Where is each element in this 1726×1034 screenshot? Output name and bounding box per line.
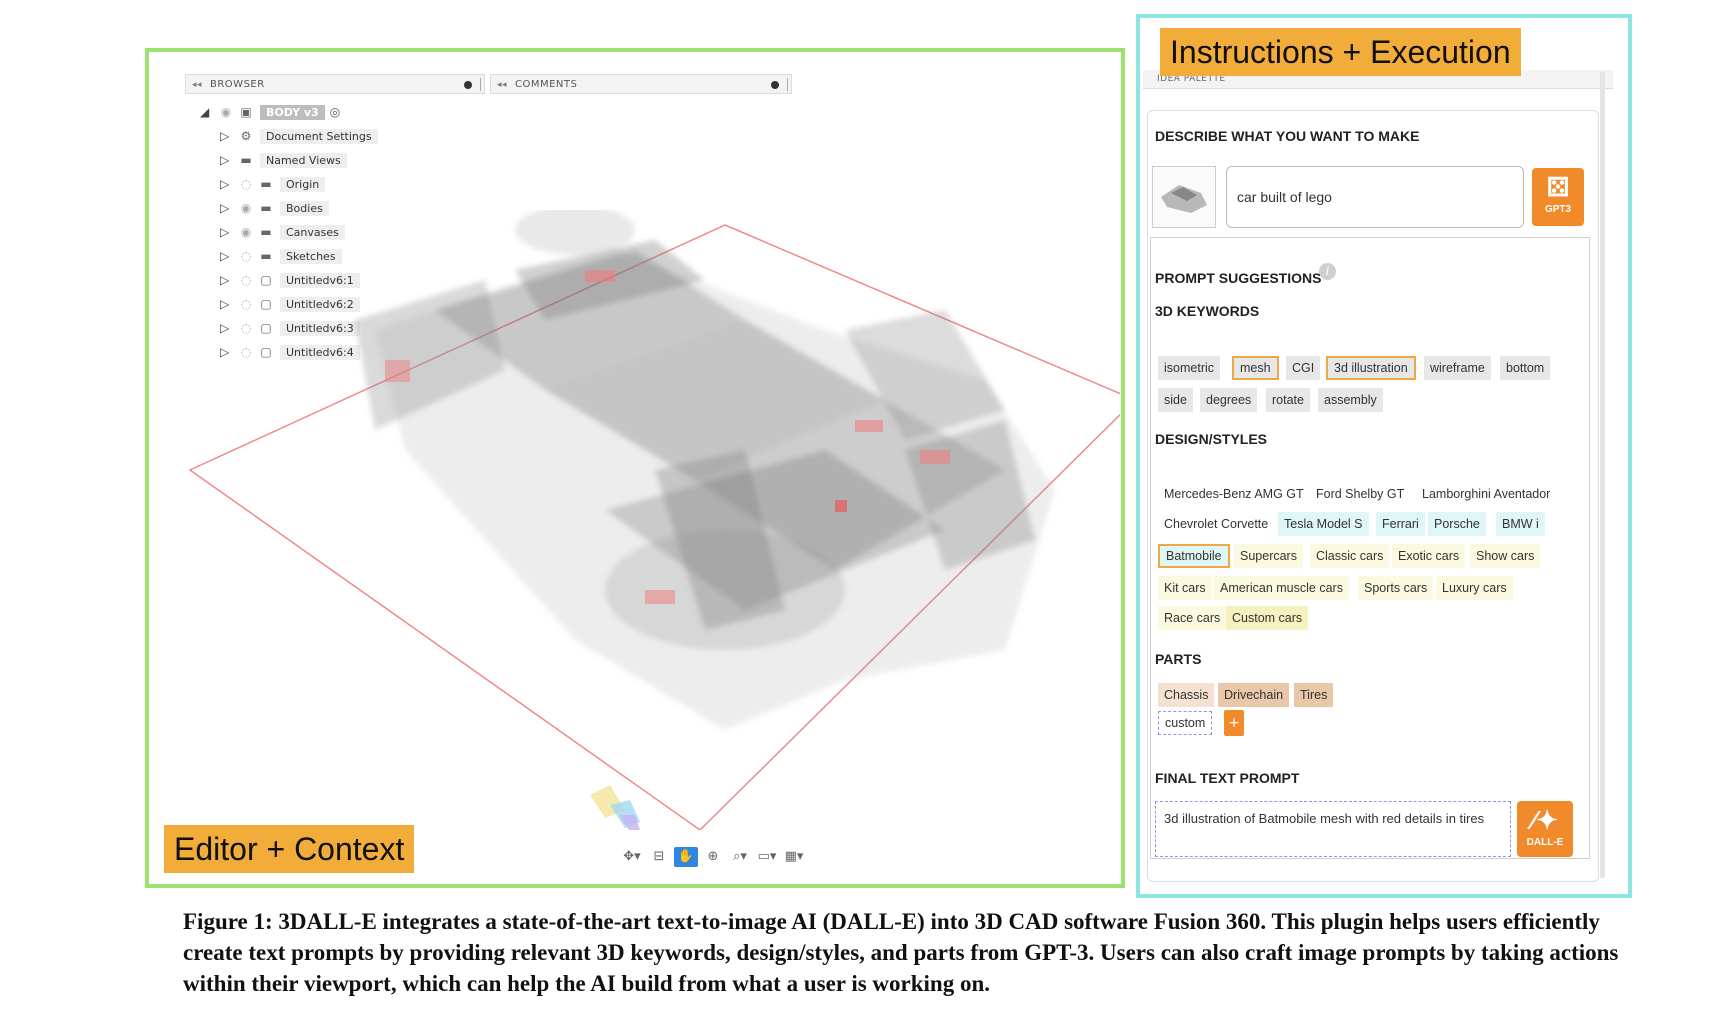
custom-part-input[interactable]: custom (1158, 711, 1213, 735)
keyword-chip[interactable]: bottom (1500, 356, 1551, 380)
eye-hidden-icon[interactable]: ◌ (236, 177, 256, 191)
style-chip[interactable]: Tesla Model S (1278, 512, 1369, 536)
part-chip[interactable]: Tires (1294, 683, 1334, 707)
style-chip[interactable]: Luxury cars (1436, 576, 1513, 600)
gpt3-button[interactable]: ⚄ GPT3 (1532, 168, 1584, 226)
comments-panel-header[interactable]: ◂◂ COMMENTS (490, 74, 792, 94)
keyword-chip-selected[interactable]: 3d illustration (1326, 356, 1416, 380)
style-chip[interactable]: Supercars (1234, 544, 1303, 568)
keyword-chip[interactable]: isometric (1158, 356, 1221, 380)
collapse-icon[interactable]: ◂◂ (497, 75, 507, 95)
style-chip[interactable]: Show cars (1470, 544, 1541, 568)
part-chip[interactable]: Drivechain (1218, 683, 1290, 707)
collapsed-triangle-icon[interactable]: ▷ (220, 153, 236, 167)
style-chip[interactable]: Exotic cars (1392, 544, 1466, 568)
style-chip[interactable]: Ferrari (1376, 512, 1425, 536)
activate-radio-icon[interactable]: ◎ (330, 105, 340, 119)
expanded-triangle-icon[interactable]: ◢ (200, 105, 216, 119)
add-part-button[interactable]: + (1224, 710, 1244, 736)
tree-item-document-settings[interactable]: ▷ ⚙ Document Settings (220, 126, 378, 146)
keywords-label: 3D KEYWORDS (1155, 303, 1260, 319)
keyword-chip[interactable]: side (1158, 388, 1193, 412)
tree-item-label: Origin (280, 176, 326, 192)
zoom-icon[interactable]: ⊕ (701, 847, 725, 867)
car-model[interactable] (355, 210, 1055, 730)
dalle-button[interactable]: ⁄✦ DALL-E (1517, 801, 1573, 857)
orbit-icon[interactable]: ✥▾ (620, 847, 644, 867)
info-icon[interactable]: i (1319, 263, 1336, 280)
browser-panel-header[interactable]: ◂◂ BROWSER (185, 74, 485, 94)
pan-icon[interactable]: ✋ (674, 847, 698, 867)
viewport-thumbnail[interactable] (1152, 166, 1216, 228)
keyword-chip-selected[interactable]: mesh (1232, 356, 1279, 380)
folder-icon: ▬ (260, 177, 272, 191)
tree-item-label: Document Settings (260, 128, 378, 144)
tree-item-label: Named Views (260, 152, 347, 168)
tree-item-origin[interactable]: ▷ ◌ ▬ Origin (220, 174, 326, 194)
editor-context-label: Editor + Context (164, 825, 415, 873)
style-chip[interactable]: Mercedes-Benz AMG GT (1158, 482, 1310, 506)
style-chip[interactable]: Kit cars (1158, 576, 1212, 600)
viewcube-triad[interactable] (590, 785, 640, 830)
style-chip[interactable]: BMW i (1496, 512, 1545, 536)
gpt3-label: GPT3 (1544, 204, 1572, 215)
keyword-chip[interactable]: wireframe (1424, 356, 1491, 380)
display-icon[interactable]: ▭▾ (755, 847, 779, 867)
collapse-icon[interactable]: ◂◂ (192, 75, 202, 95)
navigation-toolbar: ✥▾ ⊟ ✋ ⊕ ⌕▾ ▭▾ ▦▾ (620, 846, 806, 868)
instructions-execution-label: Instructions + Execution (1160, 28, 1521, 76)
comments-title: COMMENTS (515, 79, 578, 90)
style-chip[interactable]: Classic cars (1310, 544, 1390, 568)
style-chip[interactable]: Ford Shelby GT (1310, 482, 1410, 506)
add-comment-icon[interactable] (771, 81, 779, 89)
design-styles-label: DESIGN/STYLES (1155, 431, 1268, 447)
describe-label: DESCRIBE WHAT YOU WANT TO MAKE (1155, 128, 1420, 144)
magic-wand-icon: ⁄✦ (1531, 805, 1559, 835)
style-chip[interactable]: Sports cars (1358, 576, 1434, 600)
keyword-chip[interactable]: assembly (1318, 388, 1383, 412)
figure-caption: Figure 1: 3DALL-E integrates a state-of-… (183, 909, 1619, 996)
look-at-icon[interactable]: ⊟ (647, 847, 671, 867)
style-chip[interactable]: Custom cars (1226, 606, 1309, 630)
body-icon: ▣ (240, 105, 252, 119)
3d-viewport[interactable] (185, 210, 1120, 830)
part-chip[interactable]: Chassis (1158, 683, 1215, 707)
pin-icon[interactable] (464, 81, 472, 89)
style-chip-selected[interactable]: Batmobile (1158, 544, 1230, 568)
panel-divider (480, 78, 481, 91)
keyword-chip[interactable]: CGI (1286, 356, 1321, 380)
prompt-suggestions-label: PROMPT SUGGESTIONS (1155, 270, 1322, 286)
style-chip[interactable]: Lamborghini Aventador (1416, 482, 1556, 506)
dice-icon: ⚄ (1546, 172, 1570, 202)
gear-icon: ⚙ (240, 129, 252, 143)
panel-divider (787, 78, 788, 91)
eye-icon[interactable]: ◉ (216, 105, 236, 119)
collapsed-triangle-icon[interactable]: ▷ (220, 177, 236, 191)
final-prompt-label: FINAL TEXT PROMPT (1155, 770, 1300, 786)
palette-scrollbar[interactable] (1600, 72, 1605, 878)
keyword-chip[interactable]: rotate (1266, 388, 1310, 412)
browser-title: BROWSER (210, 79, 265, 90)
folder-icon: ▬ (240, 153, 252, 167)
tree-item-named-views[interactable]: ▷ ▬ Named Views (220, 150, 347, 170)
grid-icon[interactable]: ▦▾ (782, 847, 806, 867)
collapsed-triangle-icon[interactable]: ▷ (220, 129, 236, 143)
dalle-label: DALL-E (1526, 837, 1564, 848)
describe-input[interactable]: car built of lego (1226, 166, 1524, 228)
tree-root-body[interactable]: ◢ ◉ ▣ BODY v3 ◎ (200, 102, 340, 122)
style-chip[interactable]: Chevrolet Corvette (1158, 512, 1274, 536)
style-chip[interactable]: Race cars (1158, 606, 1227, 630)
style-chip[interactable]: American muscle cars (1214, 576, 1349, 600)
fit-icon[interactable]: ⌕▾ (728, 847, 752, 867)
tree-item-label: BODY v3 (260, 104, 325, 120)
final-prompt-field[interactable]: 3d illustration of Batmobile mesh with r… (1155, 801, 1511, 857)
parts-label: PARTS (1155, 651, 1202, 667)
keyword-chip[interactable]: degrees (1200, 388, 1258, 412)
style-chip[interactable]: Porsche (1428, 512, 1486, 536)
car-thumbnail-icon (1161, 185, 1207, 213)
